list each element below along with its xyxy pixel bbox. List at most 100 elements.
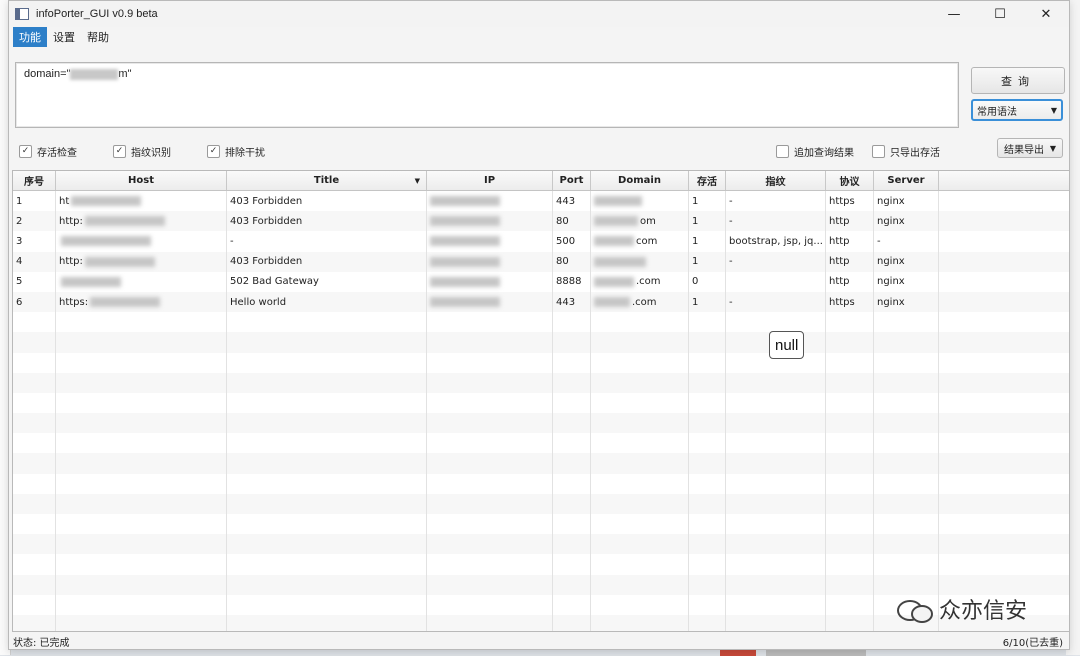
query-prefix: domain=" [24, 68, 71, 80]
empty-cell [427, 453, 553, 474]
redacted-value [90, 297, 161, 308]
empty-cell [553, 312, 591, 333]
col-header-alive[interactable]: 存活 [689, 171, 726, 190]
empty-cell [874, 473, 939, 494]
option-alive-check[interactable]: ✓ 存活检查 [19, 144, 77, 159]
empty-cell [689, 554, 726, 575]
empty-cell [939, 494, 1069, 514]
empty-cell [227, 493, 427, 514]
empty-cell [56, 312, 227, 333]
col-header-server[interactable]: Server [874, 171, 939, 190]
empty-cell [689, 332, 726, 353]
checkbox-checked-icon[interactable]: ✓ [207, 145, 220, 158]
redacted-query [70, 68, 119, 80]
cell-port: 500 [553, 231, 591, 252]
table-row[interactable]: 1 ht 403 Forbidden 443 1 - https nginx [13, 191, 1069, 212]
checkbox-unchecked-icon[interactable] [776, 145, 789, 158]
cell-ip [427, 291, 553, 313]
cell-text: bootstrap, jsp, jq... [729, 235, 823, 247]
menu-settings[interactable]: 设置 [47, 27, 81, 47]
empty-cell [826, 453, 874, 474]
watermark-text: 众亦信安 [939, 599, 1028, 624]
menu-help[interactable]: 帮助 [81, 27, 115, 47]
checkbox-unchecked-icon[interactable] [872, 145, 885, 158]
cell-ip [427, 231, 553, 252]
option-export-alive-only[interactable]: 只导出存活 [872, 144, 940, 159]
cell-text: https [829, 195, 855, 207]
empty-cell [13, 352, 56, 373]
minimize-icon[interactable]: — [931, 1, 977, 27]
cell-text: ht [59, 195, 70, 207]
col-header-filler [939, 171, 1069, 190]
empty-cell [591, 534, 689, 555]
empty-cell [939, 413, 1069, 433]
main-window: infoPorter_GUI v0.9 beta — ☐ ✕ 功能 设置 帮助 … [8, 0, 1070, 650]
cell-text: - [729, 256, 733, 268]
empty-cell [689, 453, 726, 474]
cell-text: om [640, 215, 656, 227]
cell-no: 2 [13, 211, 56, 232]
empty-cell [553, 594, 591, 615]
checkbox-checked-icon[interactable]: ✓ [113, 145, 126, 158]
empty-cell [427, 332, 553, 353]
empty-cell [553, 514, 591, 535]
table-row[interactable]: 5 502 Bad Gateway 8888 .com 0 http nginx [13, 271, 1069, 292]
query-input[interactable]: domain=" m" [15, 62, 959, 128]
cell-text: 443 [556, 296, 576, 308]
cell-domain [591, 191, 689, 212]
empty-cell [56, 372, 227, 393]
col-header-protocol[interactable]: 协议 [826, 171, 874, 190]
empty-cell [726, 574, 826, 595]
table-row[interactable]: 2 http: 403 Forbidden 80 om 1 - http nginx [13, 211, 1069, 232]
cell-ip [427, 191, 553, 212]
empty-cell [591, 372, 689, 393]
table-row[interactable]: 3 - 500 com 1 bootstrap, jsp, jq... http - [13, 231, 1069, 252]
table-row[interactable]: 6 https: Hello world 443 .com 1 - https nginx [13, 291, 1069, 313]
empty-cell [939, 312, 1069, 332]
empty-cell [553, 453, 591, 474]
option-append-results[interactable]: 追加查询结果 [776, 144, 854, 159]
redacted-value [430, 216, 500, 227]
empty-cell [56, 534, 227, 555]
empty-cell [826, 392, 874, 414]
empty-cell [56, 433, 227, 454]
empty-cell [13, 332, 56, 353]
cell-alive: 1 [689, 191, 726, 212]
col-header-domain[interactable]: Domain [591, 171, 689, 190]
checkbox-checked-icon[interactable]: ✓ [19, 145, 32, 158]
maximize-icon[interactable]: ☐ [977, 1, 1023, 27]
empty-cell [826, 312, 874, 333]
export-button[interactable]: 结果导出 ▼ [997, 138, 1063, 158]
close-icon[interactable]: ✕ [1023, 1, 1069, 27]
empty-cell [56, 352, 227, 373]
col-header-title[interactable]: Title ▼ [227, 171, 427, 190]
col-header-fingerprint[interactable]: 指纹 [726, 171, 826, 190]
table-row[interactable]: 4 http: 403 Forbidden 80 1 - http nginx [13, 251, 1069, 272]
export-button-label: 结果导出 [1004, 144, 1044, 156]
cell-text: 1 [16, 195, 23, 207]
empty-table-row [13, 574, 1069, 595]
empty-cell [874, 514, 939, 535]
col-header-ip[interactable]: IP [427, 171, 553, 190]
empty-cell [826, 614, 874, 631]
col-header-port[interactable]: Port [553, 171, 591, 190]
col-header-no[interactable]: 序号 [13, 171, 56, 190]
cell-fingerprint: - [726, 291, 826, 313]
col-header-host[interactable]: Host [56, 171, 227, 190]
empty-cell [874, 534, 939, 555]
sort-down-icon[interactable]: ▼ [415, 177, 420, 185]
window-title: infoPorter_GUI v0.9 beta [36, 8, 158, 20]
option-exclude-noise[interactable]: ✓ 排除干扰 [207, 144, 265, 159]
query-button[interactable]: 查询 [971, 67, 1065, 94]
cell-text: 4 [16, 256, 23, 268]
option-label: 指纹识别 [131, 148, 171, 159]
empty-cell [726, 473, 826, 494]
empty-table-row [13, 514, 1069, 535]
option-fingerprint[interactable]: ✓ 指纹识别 [113, 144, 171, 159]
menu-function[interactable]: 功能 [13, 27, 47, 47]
empty-cell [227, 594, 427, 615]
empty-cell [591, 312, 689, 333]
syntax-select[interactable]: 常用语法 ▼ [971, 99, 1063, 121]
empty-table-row [13, 312, 1069, 333]
empty-cell [427, 534, 553, 555]
